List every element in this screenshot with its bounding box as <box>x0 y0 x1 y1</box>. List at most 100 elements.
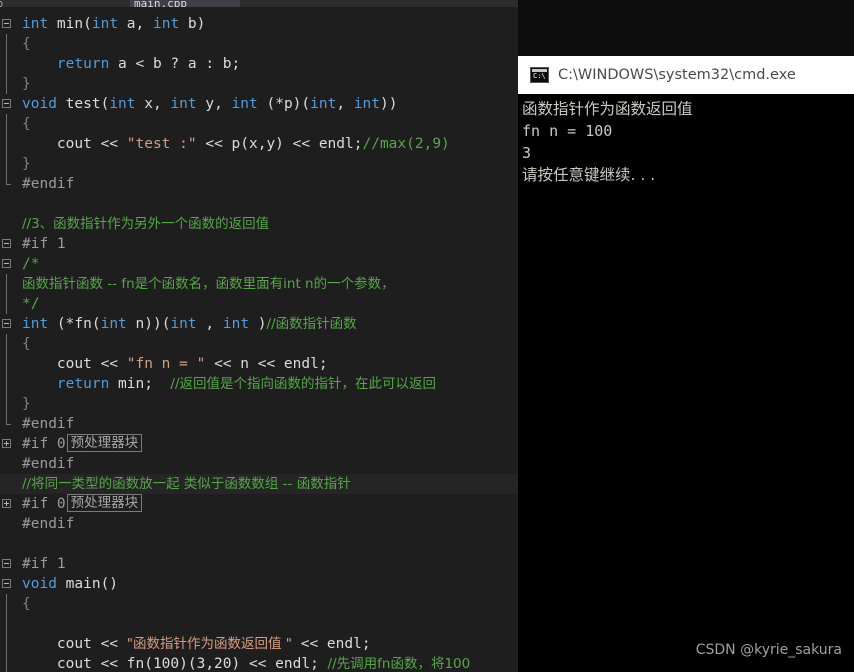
code-line-text: } <box>22 154 31 174</box>
code-token: */ <box>22 296 40 312</box>
code-line[interactable] <box>0 194 518 214</box>
editor-tab-1[interactable]: main.cpp <box>130 0 240 7</box>
code-line-text: #endif <box>22 514 74 534</box>
code-token: a < b ? a : b; <box>109 56 241 72</box>
console-line: 请按任意键继续. . . <box>522 166 656 184</box>
code-line[interactable]: /* <box>0 254 518 274</box>
code-token: cout << <box>22 356 127 372</box>
code-line[interactable]: #endif <box>0 454 518 474</box>
code-token: int <box>170 316 197 332</box>
code-line[interactable]: #if 0 预处理器块 <box>0 494 518 514</box>
code-line-text: #if 0 预处理器块 <box>22 494 143 514</box>
code-line-text: { <box>22 114 31 134</box>
code-token: //max(2,9) <box>362 136 450 152</box>
code-line[interactable]: void main() <box>0 574 518 594</box>
code-line[interactable]: cout << "fn n = " << n << endl; <box>0 354 518 374</box>
code-text-area[interactable]: int min(int a, int b){ return a < b ? a … <box>0 7 518 672</box>
code-token: //将同一类型的函数放一起 类似于函数数组 -- 函数指针 <box>22 476 351 492</box>
code-line[interactable]: } <box>0 74 518 94</box>
code-token: } <box>22 396 31 412</box>
code-line[interactable]: { <box>0 334 518 354</box>
code-token: min; <box>109 376 171 392</box>
code-token: << endl; <box>291 636 371 652</box>
code-token: x, <box>135 96 171 112</box>
code-token: #endif <box>22 176 75 192</box>
code-line[interactable]: } <box>0 394 518 414</box>
console-window[interactable]: C:\ C:\WINDOWS\system32\cmd.exe 函数指针作为函数… <box>518 56 854 672</box>
code-line-text: /* <box>22 254 39 274</box>
code-line[interactable]: void test(int x, int y, int (*p)(int, in… <box>0 94 518 114</box>
collapsed-region-chip[interactable]: 预处理器块 <box>66 434 143 452</box>
code-token: a, <box>118 16 153 32</box>
code-token: return <box>56 56 110 72</box>
code-token: int <box>22 16 49 32</box>
code-line[interactable]: cout << "函数指针作为函数返回值 " << endl; <box>0 634 518 654</box>
code-token: return <box>56 376 110 392</box>
editor-tab-label: main.cpp <box>134 0 187 7</box>
code-token: cout << fn(100)(3,20) << endl; <box>22 656 328 672</box>
code-token: void <box>22 96 57 112</box>
code-line[interactable]: //将同一类型的函数放一起 类似于函数数组 -- 函数指针 <box>0 474 518 494</box>
code-line-text: return a < b ? a : b; <box>22 54 240 74</box>
code-line[interactable]: #endif <box>0 174 518 194</box>
code-token: int <box>231 96 258 112</box>
code-line[interactable]: #if 1 <box>0 554 518 574</box>
code-line[interactable]: 函数指针函数 -- fn是个函数名，函数里面有int n的一个参数， <box>0 274 518 294</box>
code-line-text: { <box>22 594 31 614</box>
collapsed-region-chip[interactable]: 预处理器块 <box>66 494 143 512</box>
code-line[interactable]: //3、函数指针作为另外一个函数的返回值 <box>0 214 518 234</box>
code-line-text: cout << "函数指针作为函数返回值 " << endl; <box>22 634 371 654</box>
editor-tab-label: pp <box>0 0 3 7</box>
code-token: << n << endl; <box>205 356 328 372</box>
code-line-text: cout << "fn n = " << n << endl; <box>22 354 328 374</box>
code-token: n))( <box>126 316 171 332</box>
code-token: test( <box>56 96 110 112</box>
code-token: 函数指针函数 -- fn是个函数名，函数里面有int n的一个参数， <box>22 276 395 292</box>
code-line[interactable]: { <box>0 114 518 134</box>
code-line[interactable]: int min(int a, int b) <box>0 14 518 34</box>
console-titlebar[interactable]: C:\ C:\WINDOWS\system32\cmd.exe <box>518 56 854 94</box>
code-line[interactable]: #endif <box>0 514 518 534</box>
code-line[interactable]: { <box>0 594 518 614</box>
code-token: //先调用fn函数，将100 <box>327 656 471 672</box>
code-line-text: 函数指针函数 -- fn是个函数名，函数里面有int n的一个参数， <box>22 274 395 294</box>
code-token: int <box>109 96 136 112</box>
console-line: 函数指针作为函数返回值 <box>522 100 693 118</box>
code-line[interactable]: #if 1 <box>0 234 518 254</box>
code-token: "test :" <box>126 136 197 152</box>
code-token: , <box>196 316 223 332</box>
code-token: int <box>353 96 381 112</box>
code-token: /* <box>22 256 40 272</box>
code-token: { <box>22 336 31 352</box>
code-line-text: */ <box>22 294 39 314</box>
code-editor[interactable]: int min(int a, int b){ return a < b ? a … <box>0 7 518 672</box>
code-line[interactable] <box>0 534 518 554</box>
code-token: #endif <box>22 516 75 532</box>
code-line-text: #if 1 <box>22 234 66 254</box>
console-title: C:\WINDOWS\system32\cmd.exe <box>558 67 796 83</box>
code-line[interactable]: { <box>0 34 518 54</box>
code-line[interactable]: */ <box>0 294 518 314</box>
code-line-text: #endif <box>22 414 74 434</box>
code-token: #if 1 <box>22 556 66 572</box>
code-line-text: { <box>22 34 31 54</box>
console-output[interactable]: 函数指针作为函数返回值 fn n = 100 3 请按任意键继续. . . <box>518 94 854 672</box>
code-line[interactable]: return a < b ? a : b; <box>0 54 518 74</box>
code-token: min( <box>48 16 92 32</box>
code-line[interactable]: return min; //返回值是个指向函数的指针，在此可以返回 <box>0 374 518 394</box>
code-line-text: void main() <box>22 574 118 594</box>
code-line[interactable]: cout << fn(100)(3,20) << endl; //先调用fn函数… <box>0 654 518 672</box>
code-token: main() <box>56 576 119 592</box>
code-line-text: return min; //返回值是个指向函数的指针，在此可以返回 <box>22 374 436 394</box>
editor-tab-0[interactable]: pp <box>0 0 48 7</box>
code-line[interactable] <box>0 614 518 634</box>
code-line[interactable]: int (*fn(int n))(int , int )//函数指针函数 <box>0 314 518 334</box>
code-line-text: #endif <box>22 174 74 194</box>
code-line[interactable]: } <box>0 154 518 174</box>
code-line[interactable]: #if 0 预处理器块 <box>0 434 518 454</box>
code-line[interactable]: cout << "test :" << p(x,y) << endl;//max… <box>0 134 518 154</box>
code-token: { <box>22 116 31 132</box>
code-token: (*p)( <box>257 96 311 112</box>
code-line[interactable]: #endif <box>0 414 518 434</box>
code-token: int <box>91 16 119 32</box>
